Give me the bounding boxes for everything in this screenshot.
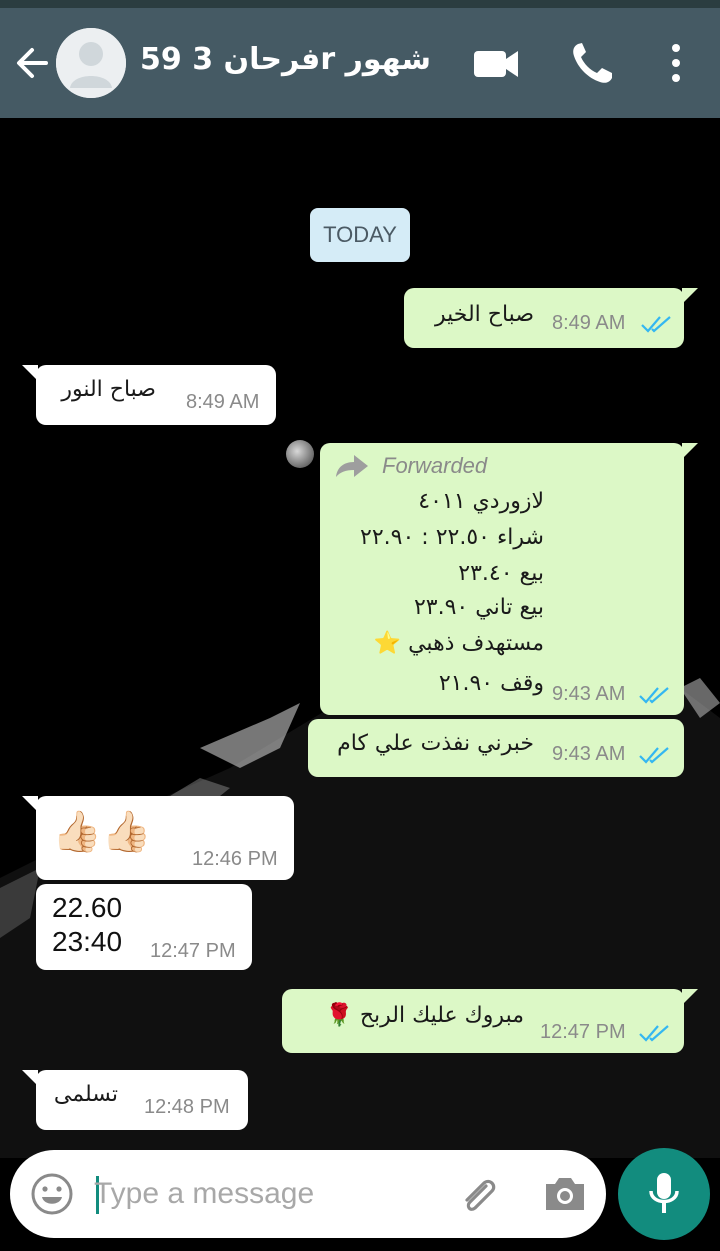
message-incoming[interactable]: 👍🏻👍🏻 12:46 PM bbox=[22, 796, 294, 880]
chat-header: فرحان 3 59r شهور bbox=[0, 8, 720, 118]
message-text: صباح الخير bbox=[434, 302, 534, 327]
read-ticks-icon bbox=[639, 687, 669, 704]
message-line: وقف ٢١.٩٠ bbox=[438, 671, 544, 696]
bubble-tail bbox=[22, 1070, 38, 1086]
paperclip-icon[interactable] bbox=[456, 1172, 502, 1218]
message-incoming[interactable]: تسلمى 12:48 PM bbox=[22, 1070, 248, 1130]
message-time: 12:46 PM bbox=[192, 848, 278, 870]
message-text: خبرني نفذت علي كام bbox=[337, 731, 534, 756]
read-ticks-icon bbox=[641, 316, 671, 333]
message-time: 12:47 PM bbox=[540, 1021, 626, 1043]
message-input[interactable] bbox=[94, 1168, 434, 1220]
more-vertical-icon[interactable] bbox=[660, 40, 692, 86]
forwarded-label: Forwarded bbox=[382, 453, 488, 478]
message-outgoing[interactable]: خبرني نفذت علي كام 9:43 AM bbox=[308, 719, 684, 777]
camera-icon[interactable] bbox=[542, 1172, 588, 1216]
message-line: شراء ٢٢.٥٠ : ٢٢.٩٠ bbox=[360, 525, 544, 550]
message-line: مستهدف ذهبي ⭐ bbox=[373, 631, 544, 656]
message-text: صباح النور bbox=[61, 377, 156, 402]
bubble-tail bbox=[22, 365, 38, 381]
bubble-tail bbox=[682, 443, 698, 459]
date-separator: TODAY bbox=[310, 208, 410, 262]
message-line: 23:40 bbox=[52, 926, 123, 957]
message-time: 9:43 AM bbox=[552, 743, 626, 765]
status-bar bbox=[0, 0, 720, 8]
message-line: بيع تاني ٢٣.٩٠ bbox=[413, 595, 544, 620]
phone-icon[interactable] bbox=[568, 40, 616, 86]
contact-name[interactable]: فرحان 3 59r شهور bbox=[140, 42, 440, 77]
message-incoming[interactable]: 22.60 23:40 12:47 PM bbox=[36, 884, 252, 970]
message-outgoing[interactable]: صباح الخير 8:49 AM bbox=[404, 288, 698, 348]
message-incoming[interactable]: صباح النور 8:49 AM bbox=[22, 365, 276, 425]
forward-arrow-icon bbox=[336, 455, 368, 477]
bubble-tail bbox=[682, 989, 698, 1005]
message-time: 12:47 PM bbox=[150, 940, 236, 962]
message-time: 12:48 PM bbox=[144, 1096, 230, 1118]
bubble-tail bbox=[22, 796, 38, 812]
video-call-icon[interactable] bbox=[470, 40, 524, 86]
message-text: 👍🏻👍🏻 bbox=[52, 809, 152, 855]
microphone-icon[interactable] bbox=[618, 1148, 710, 1240]
message-composer bbox=[10, 1150, 606, 1238]
message-text: مبروك عليك الربح 🌹 bbox=[325, 1003, 524, 1028]
message-time: 8:49 AM bbox=[552, 312, 626, 334]
redaction-scribble bbox=[230, 118, 720, 210]
emoji-icon[interactable] bbox=[30, 1172, 74, 1216]
arrow-left-icon[interactable] bbox=[12, 38, 52, 88]
avatar[interactable] bbox=[56, 28, 126, 98]
message-forwarded[interactable]: Forwarded لازوردي ٤٠١١ شراء ٢٢.٥٠ : ٢٢.٩… bbox=[320, 443, 698, 715]
bubble-tail bbox=[682, 288, 698, 304]
message-line: لازوردي ٤٠١١ bbox=[418, 489, 544, 514]
message-time: 9:43 AM bbox=[552, 683, 626, 705]
read-ticks-icon bbox=[639, 1025, 669, 1042]
message-outgoing[interactable]: مبروك عليك الربح 🌹 12:47 PM bbox=[282, 989, 698, 1053]
message-time: 8:49 AM bbox=[186, 391, 260, 413]
message-text: تسلمى bbox=[53, 1082, 118, 1107]
read-ticks-icon bbox=[639, 747, 669, 764]
message-line: 22.60 bbox=[52, 892, 123, 923]
message-line: بيع ٢٣.٤٠ bbox=[458, 561, 544, 586]
moon-wallpaper bbox=[286, 440, 314, 468]
